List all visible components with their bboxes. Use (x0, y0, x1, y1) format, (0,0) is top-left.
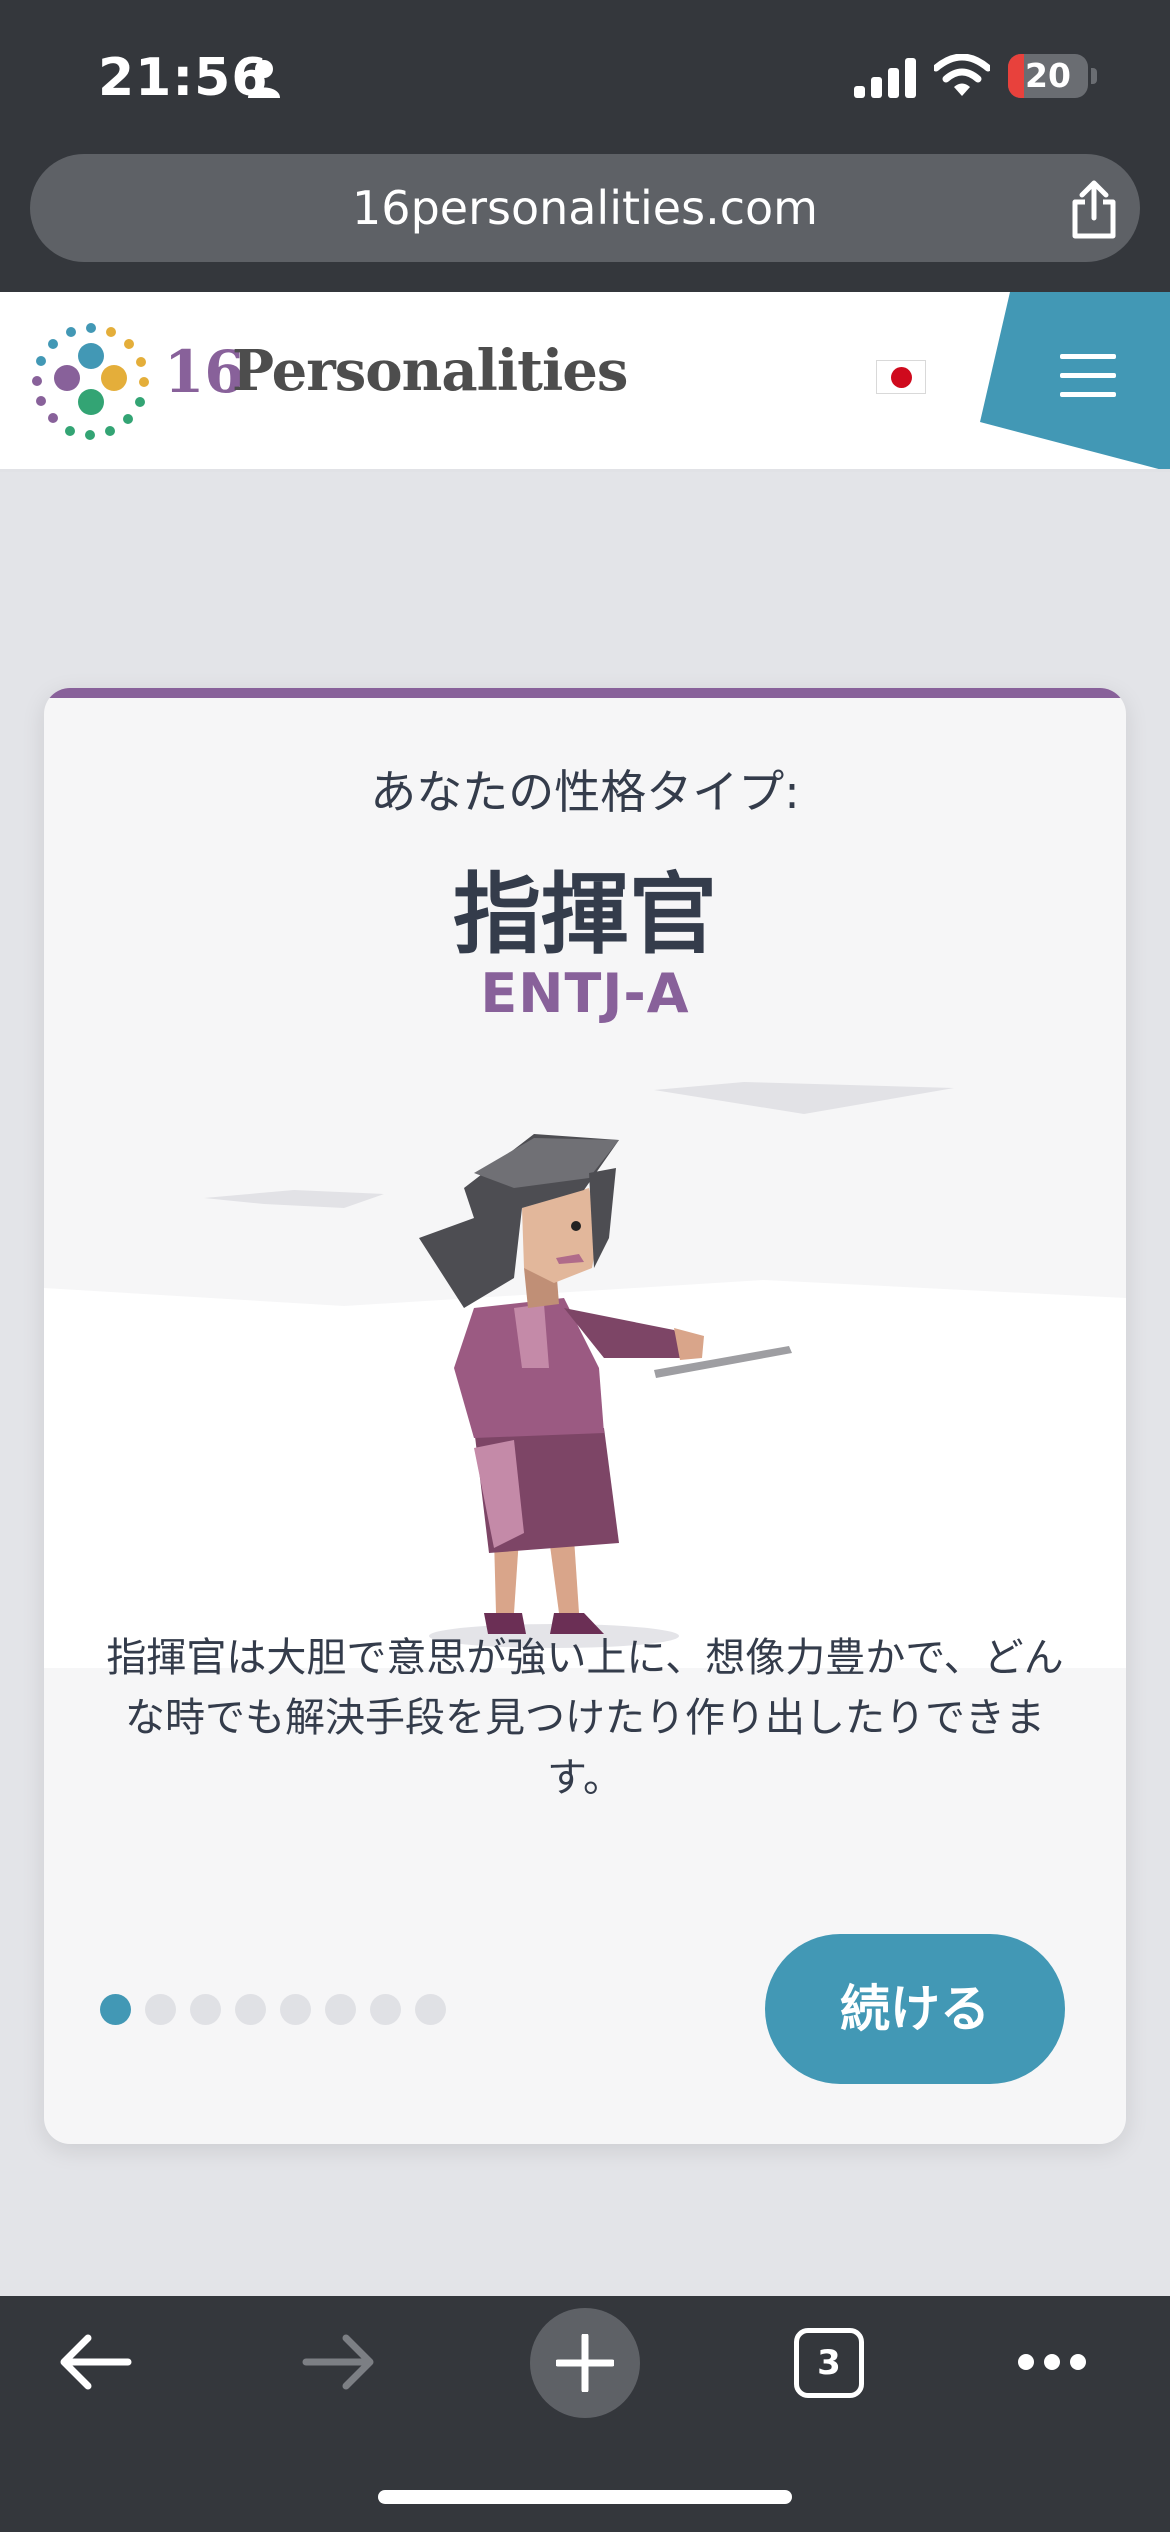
status-bar: 21:56 20 (0, 0, 1170, 150)
pagination-dot-2 (145, 1994, 176, 2025)
logo-wordmark[interactable]: Personalities (232, 338, 628, 404)
pagination-dot-5 (280, 1994, 311, 2025)
battery-level: 20 (1025, 56, 1071, 95)
signal-icon (854, 58, 916, 98)
result-card: あなたの性格タイプ: 指揮官 ENTJ-A 指揮官は大胆で意思が強い上に、想像力… (44, 688, 1126, 2144)
type-description: 指揮官は大胆で意思が強い上に、想像力豊かで、どんな時でも解決手段を見つけたり作り… (106, 1635, 1064, 1801)
back-icon[interactable] (58, 2332, 132, 2392)
pagination-dot-7 (370, 1994, 401, 2025)
card-accent-line (44, 688, 1126, 698)
site-header: 16 Personalities (0, 292, 1170, 472)
battery-cap (1091, 68, 1097, 84)
share-icon[interactable] (1066, 180, 1122, 240)
status-time: 21:56 (98, 48, 269, 108)
browser-address-area: 16personalities.com (0, 150, 1170, 292)
address-bar[interactable]: 16personalities.com (30, 154, 1140, 262)
pagination-dot-6 (325, 1994, 356, 2025)
hamburger-menu-icon[interactable] (1060, 352, 1116, 398)
type-name: 指揮官 (452, 863, 717, 966)
battery-icon: 20 (1008, 54, 1088, 98)
continue-button[interactable]: 続ける (765, 1934, 1065, 2084)
wifi-icon (934, 54, 990, 96)
home-indicator[interactable] (378, 2490, 792, 2504)
new-tab-button[interactable] (530, 2308, 640, 2418)
type-label: あなたの性格タイプ: (370, 765, 800, 819)
pagination-dot-3 (190, 1994, 221, 2025)
pagination-dot-8 (415, 1994, 446, 2025)
pagination-dot-1 (100, 1994, 131, 2025)
url-text[interactable]: 16personalities.com (30, 154, 1140, 262)
person-icon (248, 60, 280, 98)
more-icon[interactable] (1016, 2350, 1088, 2374)
cloud-right (654, 1082, 954, 1114)
type-code: ENTJ-A (480, 962, 690, 1025)
flag-circle (891, 367, 912, 388)
plus-icon (556, 2334, 614, 2392)
tabs-icon[interactable]: 3 (794, 2328, 864, 2398)
cloud-left (204, 1190, 384, 1208)
eye (571, 1221, 581, 1231)
commander-illustration (44, 1082, 1126, 1668)
pagination-dots (100, 1994, 500, 2026)
pagination-dot-4 (235, 1994, 266, 2025)
logo-dots-icon[interactable] (32, 322, 150, 440)
japan-flag-icon[interactable] (876, 360, 926, 394)
forward-icon[interactable] (302, 2332, 376, 2392)
